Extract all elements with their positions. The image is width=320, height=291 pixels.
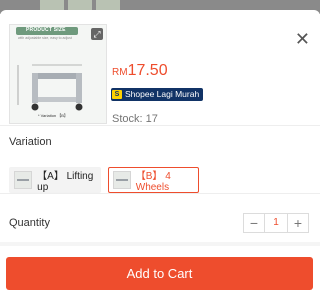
quantity-input[interactable]: 1 bbox=[264, 214, 288, 232]
divider bbox=[0, 193, 320, 194]
add-to-cart-sheet: PRODUCT SIZE with adjustable size, easy … bbox=[0, 10, 320, 291]
option-thumbnail bbox=[113, 171, 131, 189]
stand-illustration bbox=[17, 64, 83, 111]
section-separator bbox=[0, 242, 320, 246]
close-icon[interactable]: ✕ bbox=[295, 30, 310, 48]
quantity-increase-button[interactable]: + bbox=[288, 214, 308, 232]
variation-title: Variation bbox=[9, 136, 52, 148]
image-caption: * Variation 【B】 bbox=[38, 113, 68, 118]
product-image[interactable]: PRODUCT SIZE with adjustable size, easy … bbox=[9, 24, 107, 124]
stock-count: Stock: 17 bbox=[112, 113, 158, 125]
product-price: RM17.50 bbox=[112, 62, 168, 80]
quantity-decrease-button[interactable]: − bbox=[244, 214, 264, 232]
price-value: 17.50 bbox=[127, 62, 168, 79]
promo-badge: S Shopee Lagi Murah bbox=[111, 88, 204, 101]
quantity-label: Quantity bbox=[9, 217, 50, 229]
variation-option-label: 【A】 Lifting up bbox=[37, 171, 94, 193]
promo-badge-label: Shopee Lagi Murah bbox=[125, 89, 200, 99]
divider bbox=[0, 125, 320, 126]
price-currency: RM bbox=[112, 67, 128, 78]
shopee-mall-icon: S bbox=[112, 90, 122, 99]
quantity-stepper: − 1 + bbox=[243, 213, 309, 233]
variation-option-label: 【B】 4 Wheels bbox=[135, 171, 171, 193]
add-to-cart-button[interactable]: Add to Cart bbox=[6, 257, 313, 290]
option-thumbnail bbox=[14, 171, 33, 189]
variation-option-a[interactable]: 【A】 Lifting up bbox=[9, 167, 101, 193]
variation-option-b[interactable]: 【B】 4 Wheels bbox=[108, 167, 199, 193]
